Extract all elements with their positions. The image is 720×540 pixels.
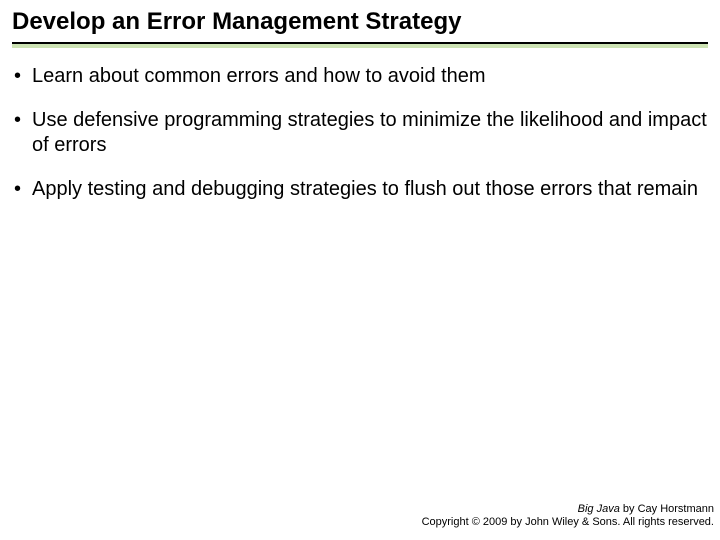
byline: by Cay Horstmann	[620, 503, 714, 515]
title-block: Develop an Error Management Strategy	[0, 0, 720, 48]
bullet-item: Learn about common errors and how to avo…	[12, 64, 708, 88]
footer-copyright: Copyright © 2009 by John Wiley & Sons. A…	[422, 516, 714, 530]
bullet-list: Learn about common errors and how to avo…	[12, 64, 708, 202]
book-title: Big Java	[578, 503, 620, 515]
bullet-item: Apply testing and debugging strategies t…	[12, 177, 708, 201]
footer: Big Java by Cay Horstmann Copyright © 20…	[422, 503, 714, 531]
footer-line-1: Big Java by Cay Horstmann	[422, 503, 714, 517]
slide-title: Develop an Error Management Strategy	[12, 8, 708, 36]
content-area: Learn about common errors and how to avo…	[0, 48, 720, 202]
bullet-item: Use defensive programming strategies to …	[12, 108, 708, 157]
